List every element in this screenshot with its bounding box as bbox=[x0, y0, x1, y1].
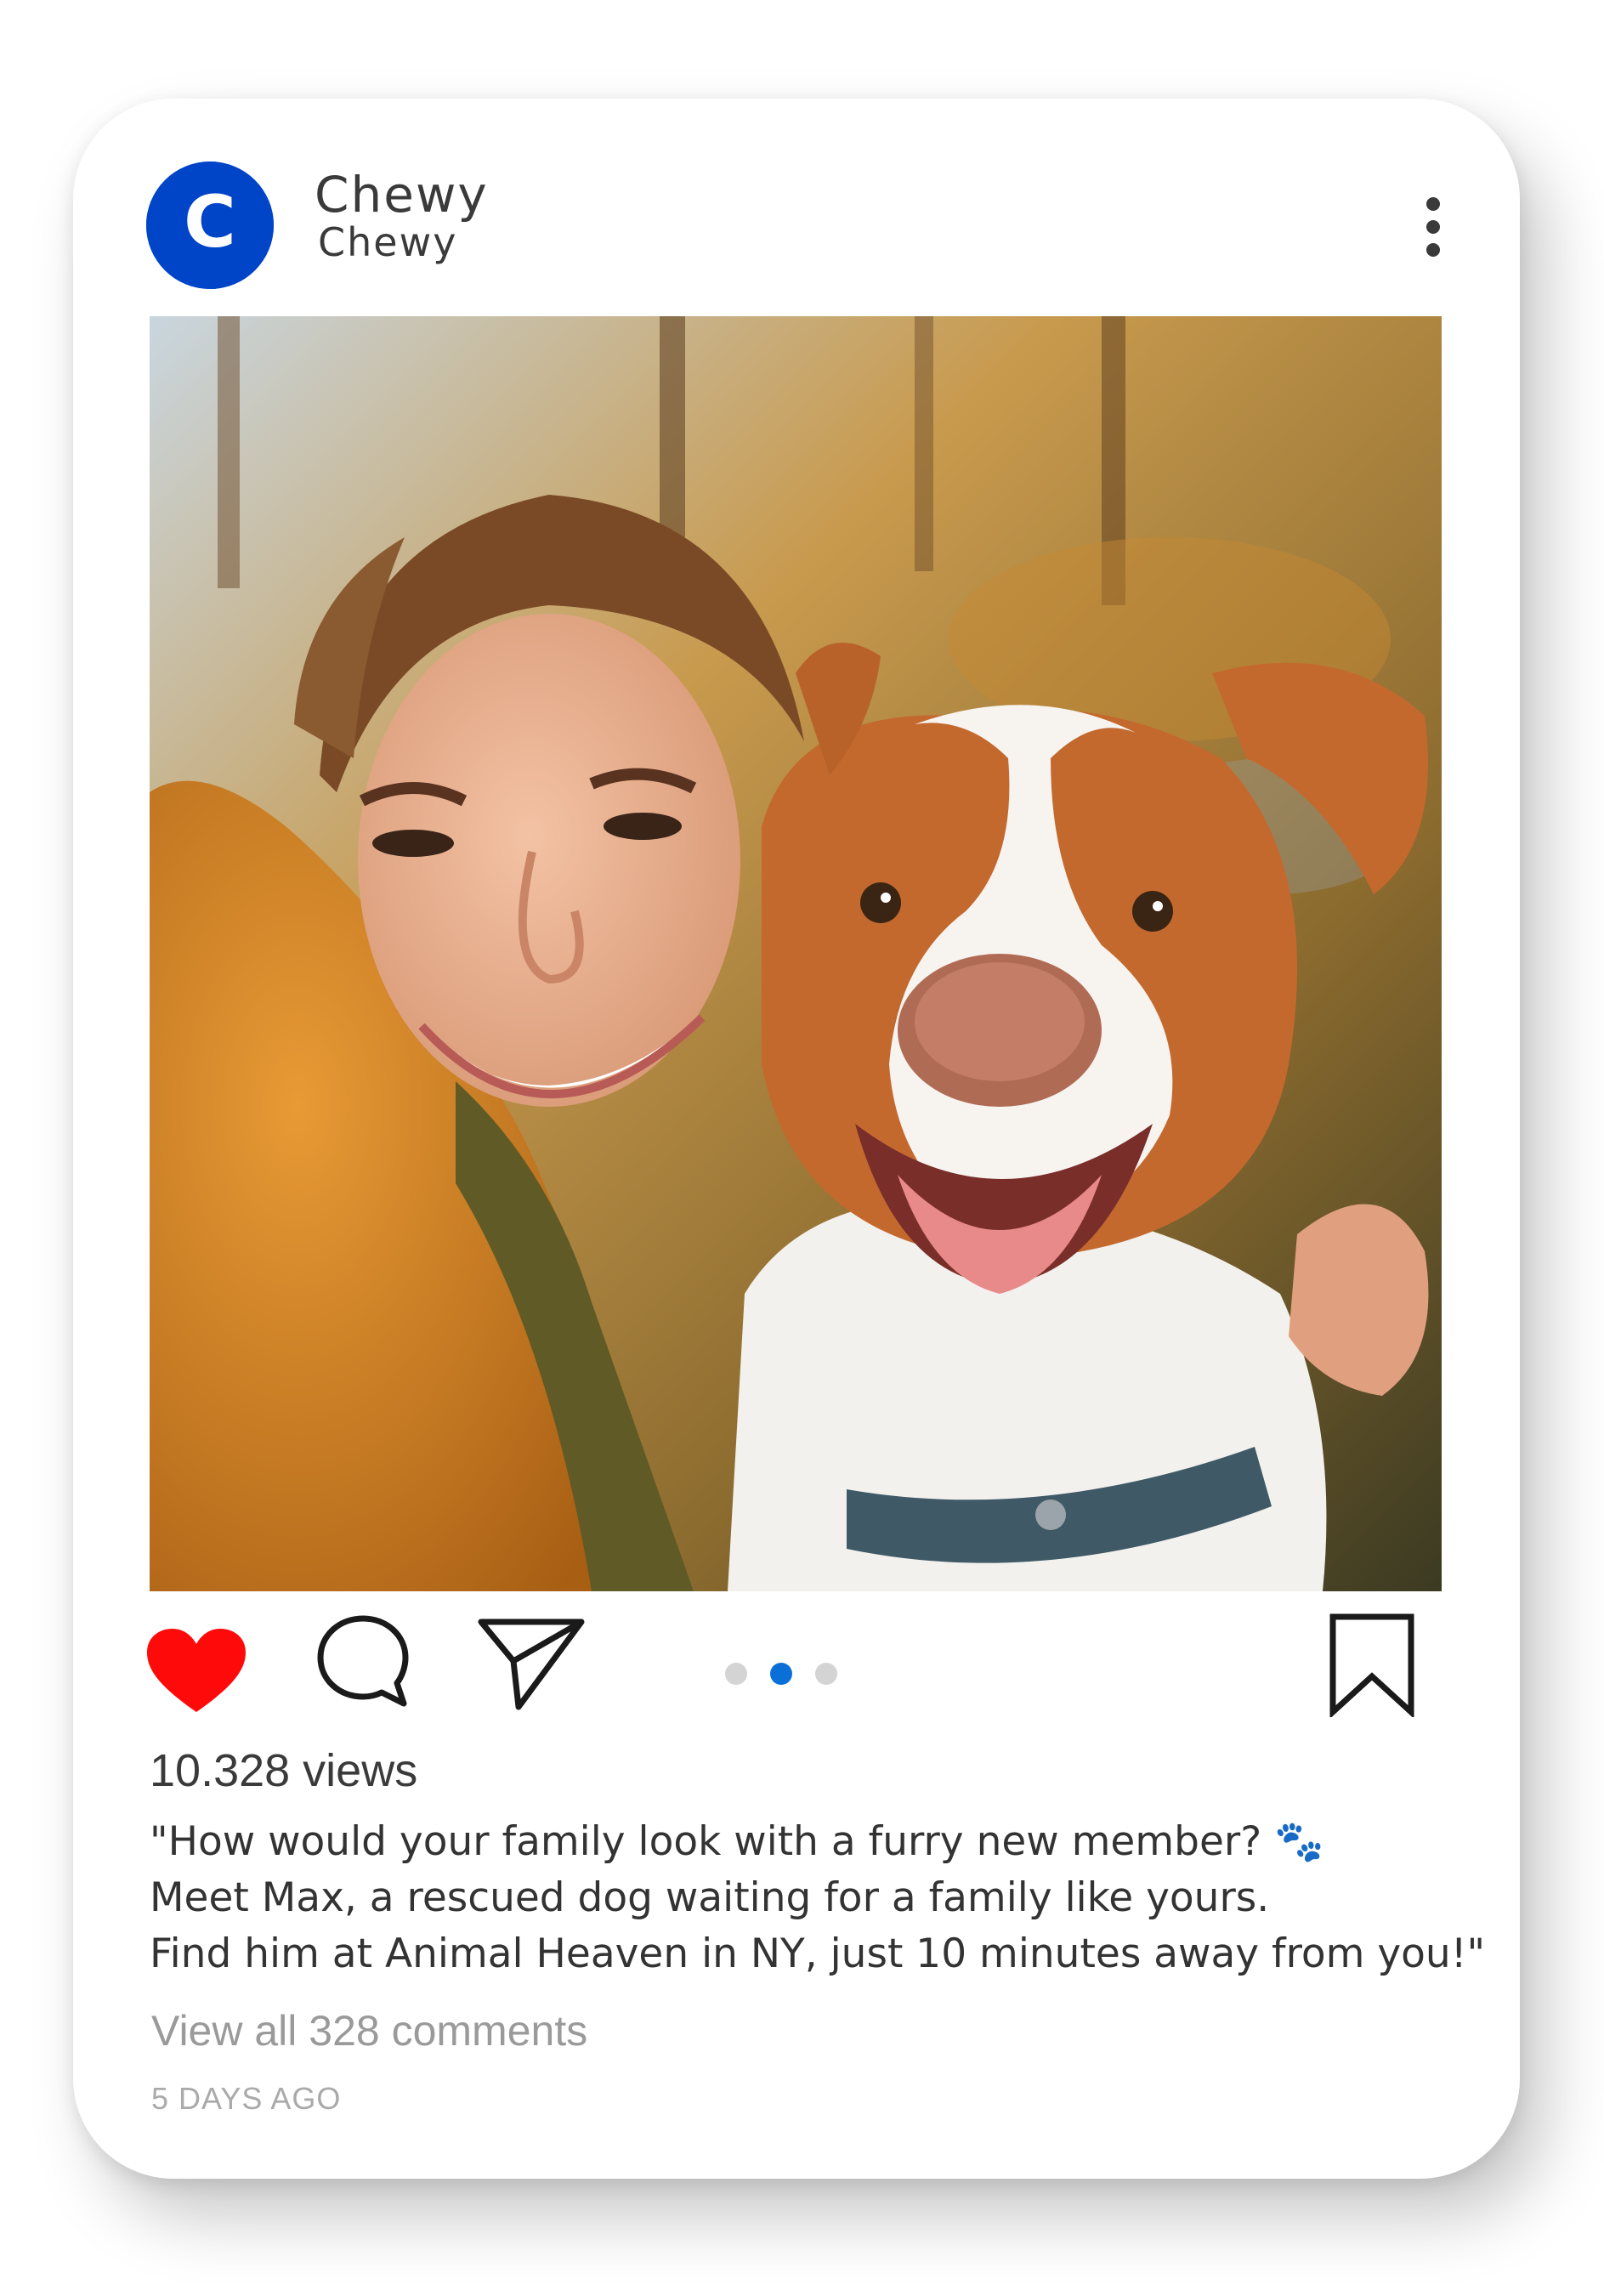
caption-line-2: Meet Max, a rescued dog waiting for a fa… bbox=[150, 1874, 1270, 1921]
views-count: 10.328 views bbox=[150, 1745, 418, 1796]
bookmark-icon bbox=[1329, 1613, 1414, 1717]
paper-plane-icon bbox=[478, 1619, 585, 1710]
caption-line-3: Find him at Animal Heaven in NY, just 10… bbox=[150, 1930, 1486, 1977]
carousel-dot[interactable] bbox=[725, 1663, 747, 1685]
post-caption: "How would your family look with a furry… bbox=[150, 1814, 1501, 1982]
chewy-logo-avatar[interactable]: C bbox=[146, 162, 274, 289]
post-photo[interactable] bbox=[150, 316, 1442, 1591]
paw-prints-emoji: 🐾 bbox=[1274, 1818, 1324, 1865]
account-name[interactable]: Chewy bbox=[315, 167, 489, 222]
carousel-dot[interactable] bbox=[815, 1663, 837, 1685]
comment-button[interactable] bbox=[315, 1613, 411, 1712]
share-button[interactable] bbox=[476, 1615, 587, 1710]
svg-text:C: C bbox=[184, 180, 236, 264]
account-subtitle: Chewy bbox=[318, 219, 458, 265]
vertical-ellipsis-icon bbox=[1426, 197, 1440, 211]
save-button[interactable] bbox=[1328, 1612, 1416, 1717]
like-button[interactable] bbox=[145, 1627, 247, 1715]
heart-filled-icon bbox=[147, 1629, 246, 1712]
post-timestamp: 5 DAYS AGO bbox=[151, 2081, 342, 2116]
more-options-button[interactable] bbox=[1409, 190, 1457, 264]
view-all-comments-link[interactable]: View all 328 comments bbox=[151, 2006, 587, 2055]
carousel-dot-active[interactable] bbox=[770, 1663, 792, 1685]
caption-line-1: "How would your family look with a furry… bbox=[150, 1818, 1324, 1865]
speech-bubble-icon bbox=[317, 1615, 409, 1707]
